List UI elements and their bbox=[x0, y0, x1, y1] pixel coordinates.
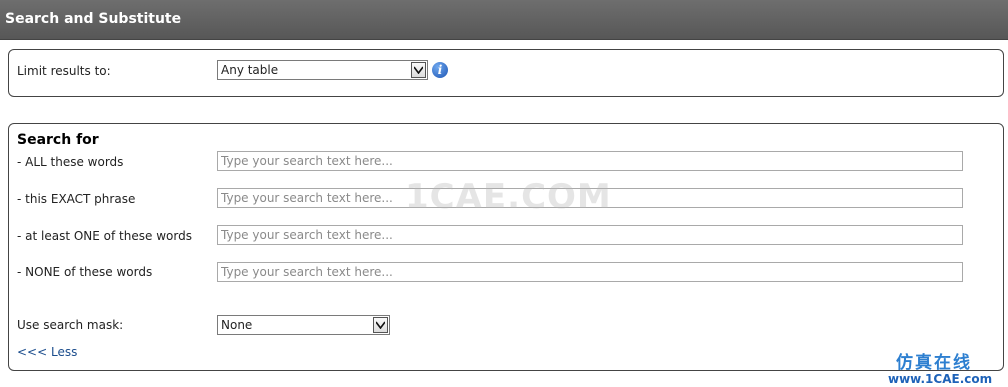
all-words-input[interactable] bbox=[217, 151, 963, 171]
all-words-label: - ALL these words bbox=[17, 155, 124, 169]
search-mask-select[interactable]: None bbox=[217, 315, 390, 335]
chevron-down-icon[interactable] bbox=[373, 317, 388, 333]
title-bar: Search and Substitute bbox=[0, 0, 1008, 40]
brand-watermark-chinese: 仿真在线 bbox=[896, 353, 972, 373]
window-title: Search and Substitute bbox=[5, 11, 182, 27]
none-of-words-label: - NONE of these words bbox=[17, 265, 153, 279]
brand-watermark-url: www.1CAE.com bbox=[888, 372, 993, 386]
limit-results-select[interactable]: Any table bbox=[217, 60, 428, 80]
one-of-words-input[interactable] bbox=[217, 225, 963, 245]
chevron-down-icon[interactable] bbox=[411, 62, 426, 78]
none-of-words-input[interactable] bbox=[217, 262, 963, 282]
exact-phrase-label: - this EXACT phrase bbox=[17, 192, 136, 206]
search-for-heading: Search for bbox=[17, 132, 99, 148]
search-for-panel: Search for - ALL these words - this EXAC… bbox=[8, 123, 1004, 371]
limit-results-panel: Limit results to: Any table i bbox=[8, 49, 1004, 97]
search-mask-label: Use search mask: bbox=[17, 318, 124, 332]
watermark-text: 1CAE.COM bbox=[405, 177, 612, 217]
limit-results-value: Any table bbox=[221, 63, 279, 77]
less-link[interactable]: <<< Less bbox=[17, 345, 77, 359]
info-icon[interactable]: i bbox=[432, 62, 448, 78]
one-of-words-label: - at least ONE of these words bbox=[17, 229, 192, 243]
limit-results-label: Limit results to: bbox=[17, 64, 111, 78]
search-mask-value: None bbox=[221, 318, 253, 332]
